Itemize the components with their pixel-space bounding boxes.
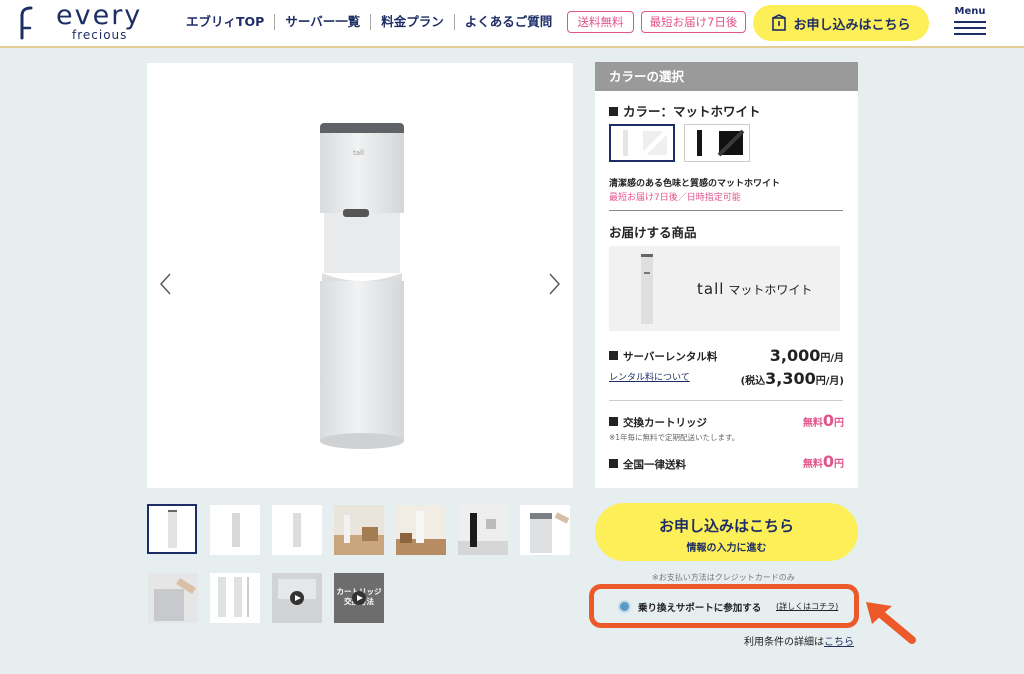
thumbnail-video-2[interactable]: カートリッジ交換方法	[334, 573, 384, 623]
nav-faq[interactable]: よくあるご質問	[455, 14, 563, 30]
menu-label: Menu	[954, 6, 986, 17]
water-server-illustration: tall	[320, 123, 404, 449]
cartridge-price: 無料0円	[802, 411, 844, 430]
thumbnail-2[interactable]	[210, 505, 260, 555]
logo-subtext: frecious	[72, 28, 128, 42]
apply-button-label: お申し込みはこちら	[658, 517, 794, 535]
terms-link[interactable]: こちら	[824, 637, 854, 648]
white-swatch-image	[623, 129, 669, 157]
thumbnail-size-diagram-image	[210, 573, 260, 623]
switch-support-radio[interactable]	[618, 600, 631, 613]
thumbnail-room-image	[334, 505, 384, 555]
cartridge-label: 交換カートリッジ	[609, 415, 707, 430]
product-server-image	[641, 254, 653, 324]
thumbnail-black-server-image	[458, 505, 508, 555]
thumbnail-server-image	[149, 506, 195, 552]
thumbnail-3[interactable]	[272, 505, 322, 555]
rental-price-tax: (税込3,300円/月)	[740, 369, 844, 388]
color-description: 清潔感のある色味と質感のマットホワイト	[609, 179, 781, 189]
terms-line: 利用条件の詳細はこちら	[744, 637, 854, 648]
thumbnail-5[interactable]	[396, 505, 446, 555]
color-selection-panel: カラーの選択 カラー：マットホワイト 清潔感のある色味と質感のマットホワイト 最…	[595, 62, 858, 488]
global-nav: エブリィTOP サーバー一覧 料金プラン よくあるご質問	[180, 14, 562, 30]
delivery-note: 最短お届け7日後／日時指定可能	[609, 193, 741, 203]
thumbnail-4[interactable]	[334, 505, 384, 555]
every-logo[interactable]: every frecious	[14, 0, 164, 44]
switch-support-label[interactable]: 乗り換えサポートに参加する	[638, 600, 761, 614]
swatch-matte-white[interactable]	[609, 124, 675, 162]
rental-fee-link[interactable]: レンタル料について	[609, 370, 690, 383]
switch-support-details-link[interactable]: (詳しくはコチラ)	[776, 601, 838, 612]
panel-header: カラーの選択	[595, 62, 858, 91]
play-icon	[290, 591, 304, 605]
hamburger-line	[954, 33, 986, 35]
menu-button[interactable]: Menu	[952, 6, 988, 40]
rental-price: 3,000円/月	[769, 346, 844, 365]
header-apply-label: お申し込みはこちら	[793, 17, 911, 33]
divider	[609, 400, 843, 401]
cartridge-note: ※1年毎に無料で定期配送いたします。	[609, 433, 740, 442]
box-icon	[772, 14, 787, 31]
thumbnail-9[interactable]	[210, 573, 260, 623]
faucet-logo-icon	[20, 6, 33, 40]
apply-button-sublabel: 情報の入力に進む	[686, 543, 767, 554]
thumbnail-server-image	[210, 505, 260, 555]
switch-support-highlight: 乗り換えサポートに参加する (詳しくはコチラ)	[589, 584, 859, 628]
play-icon	[352, 591, 366, 605]
swatch-matte-black[interactable]	[684, 124, 750, 162]
color-title: カラー：マットホワイト	[609, 101, 761, 120]
thumbnail-video-1[interactable]	[272, 573, 322, 623]
products-title: お届けする商品	[609, 225, 697, 240]
svg-text:tall: tall	[353, 149, 364, 157]
nav-price-plan[interactable]: 料金プラン	[371, 14, 455, 30]
nav-server-list[interactable]: サーバー一覧	[275, 14, 372, 30]
shipping-label: 全国一律送料	[609, 457, 686, 472]
thumbnail-server-top-image	[520, 505, 570, 555]
thumbnail-1[interactable]	[147, 504, 197, 554]
thumbnail-room-image	[396, 505, 446, 555]
thumbnail-8[interactable]	[148, 573, 198, 623]
hamburger-icon	[954, 21, 986, 23]
fastest-delivery-tag: 最短お届け7日後	[641, 11, 746, 33]
shipping-price: 無料0円	[802, 452, 844, 471]
nav-every-top[interactable]: エブリィTOP	[180, 14, 276, 30]
header-apply-button[interactable]: お申し込みはこちら	[753, 5, 929, 41]
thumbnail-6[interactable]	[458, 505, 508, 555]
hamburger-line	[954, 27, 986, 29]
pointer-arrow-icon	[866, 602, 916, 644]
product-name: tall マットホワイト	[697, 280, 813, 298]
divider	[609, 210, 843, 211]
next-image-arrow-icon[interactable]	[545, 272, 563, 296]
apply-button[interactable]: お申し込みはこちら 情報の入力に進む	[595, 503, 858, 561]
rental-fee-label: サーバーレンタル料	[609, 349, 717, 364]
free-shipping-tag: 送料無料	[567, 11, 634, 33]
delivered-product-card: tall マットホワイト	[609, 246, 840, 331]
prev-image-arrow-icon[interactable]	[157, 272, 175, 296]
black-swatch-image	[697, 129, 745, 157]
thumbnail-server-image	[272, 505, 322, 555]
site-header: every frecious エブリィTOP サーバー一覧 料金プラン よくある…	[0, 0, 1024, 48]
logo-text: every	[56, 0, 143, 31]
thumbnail-cartridge-image	[148, 573, 198, 623]
payment-note: ※お支払い方法はクレジットカードのみ	[652, 573, 795, 582]
main-product-image: tall	[147, 63, 573, 488]
thumbnail-7[interactable]	[520, 505, 570, 555]
